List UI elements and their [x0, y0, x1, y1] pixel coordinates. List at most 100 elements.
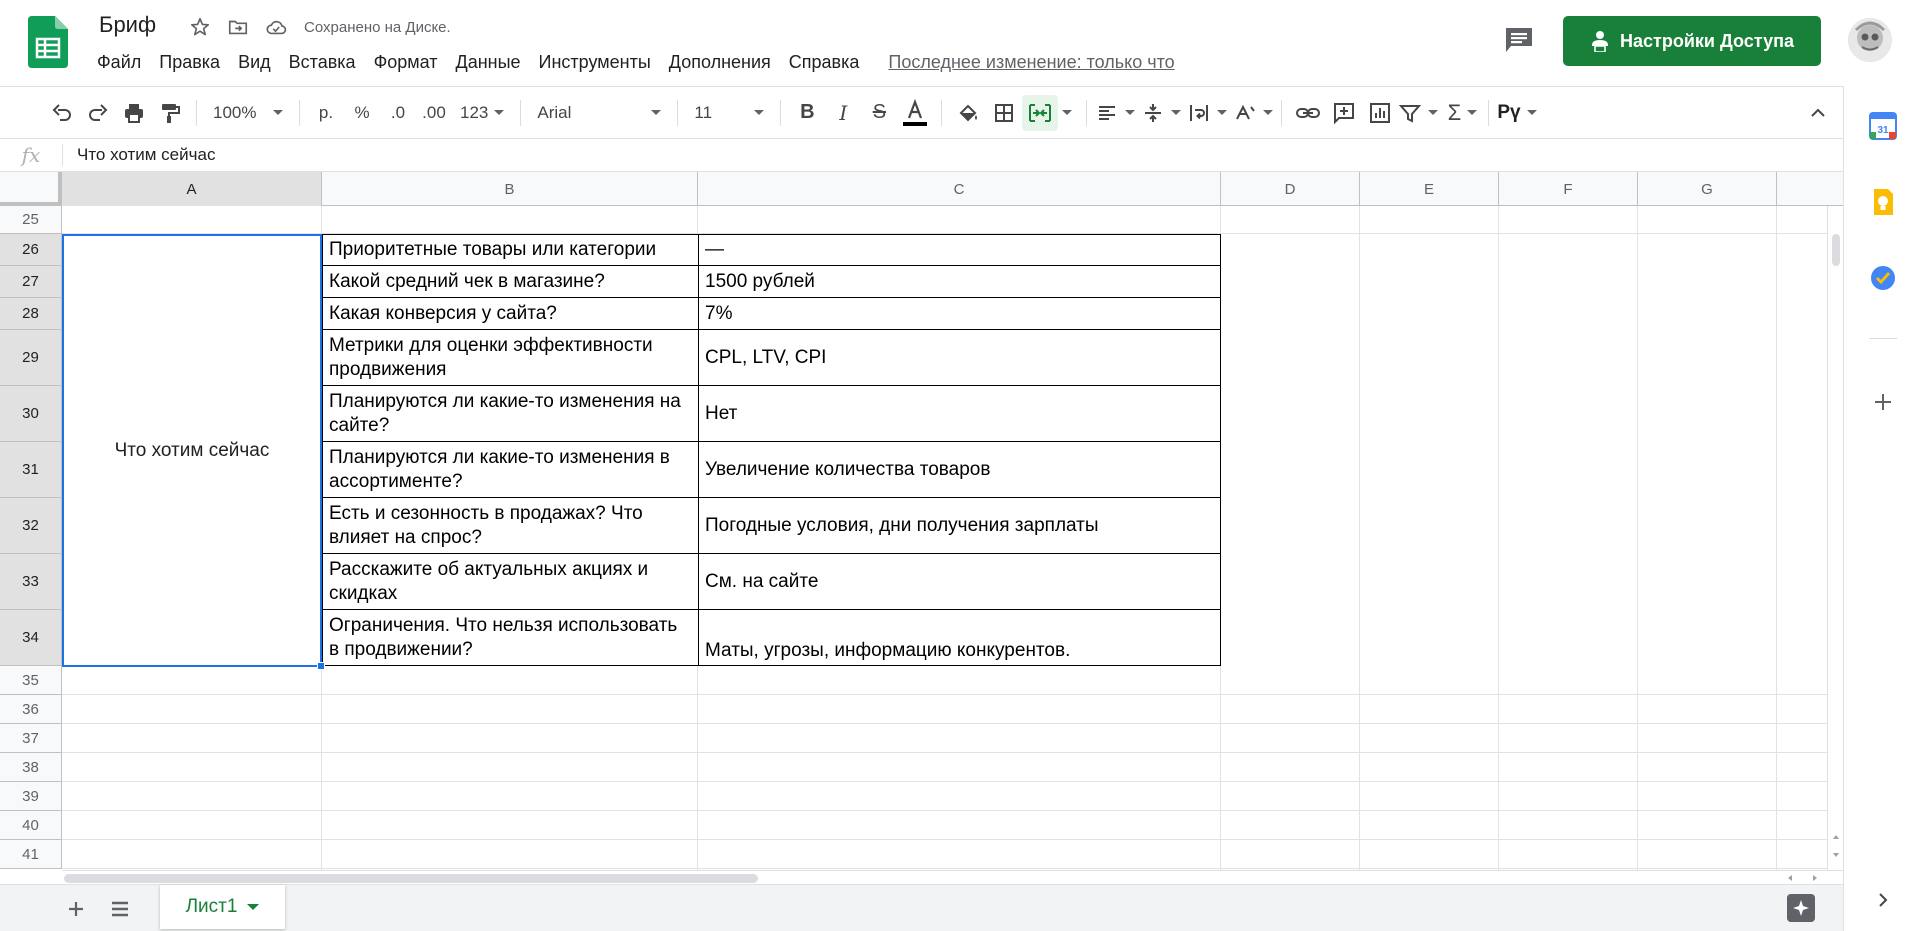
row-header-38[interactable]: 38 — [0, 753, 62, 782]
vertical-scrollbar[interactable] — [1827, 206, 1843, 870]
column-header-a[interactable]: A — [62, 172, 322, 206]
menu-tools[interactable]: Инструменты — [530, 50, 660, 75]
font-family-select[interactable]: Arial — [529, 103, 669, 123]
text-wrapping-icon[interactable] — [1187, 95, 1228, 131]
tasks-icon[interactable] — [1869, 264, 1897, 292]
column-header-g[interactable]: G — [1638, 172, 1777, 206]
last-edit-link[interactable]: Последнее изменение: только что — [888, 52, 1174, 73]
paint-format-icon[interactable] — [152, 95, 188, 131]
cell-b26[interactable]: Приоритетные товары или категории — [322, 235, 698, 266]
move-folder-icon[interactable] — [226, 15, 250, 39]
comments-icon[interactable] — [1504, 26, 1534, 54]
more-formats-select[interactable]: 123 — [452, 103, 512, 123]
cell-c33[interactable]: См. на сайте — [698, 554, 1221, 610]
row-header-39[interactable]: 39 — [0, 782, 62, 811]
menu-view[interactable]: Вид — [229, 50, 280, 75]
horizontal-scrollbar[interactable] — [62, 870, 1843, 884]
share-button[interactable]: Настройки Доступа — [1563, 16, 1821, 66]
row-header-35[interactable]: 35 — [0, 666, 62, 695]
horizontal-align-icon[interactable] — [1095, 95, 1136, 131]
vertical-align-icon[interactable] — [1141, 95, 1182, 131]
row-header-34[interactable]: 34 — [0, 610, 62, 666]
cell-a26-merged[interactable]: Что хотим сейчас — [62, 234, 322, 667]
cell-b33[interactable]: Расскажите об актуальных акциях и скидка… — [322, 554, 698, 610]
column-header-d[interactable]: D — [1221, 172, 1360, 206]
borders-icon[interactable] — [986, 95, 1022, 131]
menu-edit[interactable]: Правка — [150, 50, 229, 75]
calendar-icon[interactable]: 31 — [1869, 112, 1897, 140]
account-avatar[interactable] — [1848, 18, 1892, 62]
row-header-28[interactable]: 28 — [0, 298, 62, 330]
fill-color-icon[interactable] — [950, 95, 986, 131]
document-title[interactable]: Бриф — [99, 12, 156, 38]
redo-icon[interactable] — [80, 95, 116, 131]
scroll-left-icon[interactable] — [1785, 873, 1795, 883]
chevron-down-icon[interactable] — [247, 904, 260, 910]
cell-c30[interactable]: Нет — [698, 386, 1221, 442]
row-header-40[interactable]: 40 — [0, 811, 62, 840]
text-rotation-icon[interactable] — [1233, 95, 1274, 131]
column-header-f[interactable]: F — [1499, 172, 1638, 206]
cell-b32[interactable]: Есть и сезонность в продажах? Что влияет… — [322, 498, 698, 554]
select-all-corner[interactable] — [0, 172, 62, 206]
sheets-logo-icon[interactable] — [28, 16, 68, 68]
row-header-32[interactable]: 32 — [0, 498, 62, 554]
row-header-33[interactable]: 33 — [0, 554, 62, 610]
row-header-29[interactable]: 29 — [0, 330, 62, 386]
cell-c27[interactable]: 1500 рублей — [698, 266, 1221, 298]
cell-b30[interactable]: Планируются ли какие-то изменения на сай… — [322, 386, 698, 442]
filter-icon[interactable] — [1398, 95, 1439, 131]
row-header-27[interactable]: 27 — [0, 266, 62, 298]
row-header-31[interactable]: 31 — [0, 442, 62, 498]
sheet-tab-active[interactable]: Лист1 — [160, 885, 285, 929]
merge-cells-icon[interactable] — [1022, 94, 1059, 131]
cell-c26[interactable]: — — [698, 235, 1221, 266]
cell-b29[interactable]: Метрики для оценки эффективности продвиж… — [322, 330, 698, 386]
insert-chart-icon[interactable] — [1362, 95, 1398, 131]
percent-format-button[interactable]: % — [344, 95, 380, 131]
cloud-saved-icon[interactable] — [264, 15, 288, 39]
menu-file[interactable]: Файл — [88, 50, 150, 75]
all-sheets-icon[interactable] — [106, 895, 134, 923]
menu-data[interactable]: Данные — [447, 50, 530, 75]
row-header-26[interactable]: 26 — [0, 234, 62, 266]
menu-format[interactable]: Формат — [365, 50, 447, 75]
row-header-30[interactable]: 30 — [0, 386, 62, 442]
column-header-b[interactable]: B — [322, 172, 698, 206]
menu-help[interactable]: Справка — [780, 50, 869, 75]
scroll-down-icon[interactable] — [1831, 850, 1841, 860]
row-header-25[interactable]: 25 — [0, 206, 62, 234]
cell-c31[interactable]: Увеличение количества товаров — [698, 442, 1221, 498]
decrease-decimal-button[interactable]: .0 — [380, 95, 416, 131]
italic-icon[interactable]: I — [825, 95, 861, 131]
add-sheet-icon[interactable] — [62, 895, 90, 923]
cell-c32[interactable]: Погодные условия, дни получения зарплаты — [698, 498, 1221, 554]
zoom-select[interactable]: 100% — [205, 103, 291, 123]
fill-handle[interactable] — [317, 662, 325, 670]
insert-link-icon[interactable] — [1290, 95, 1326, 131]
row-header-37[interactable]: 37 — [0, 724, 62, 753]
text-color-icon[interactable] — [897, 95, 933, 131]
cell-c28[interactable]: 7% — [698, 298, 1221, 330]
column-header-e[interactable]: E — [1360, 172, 1499, 206]
merge-options-chevron-icon[interactable] — [1062, 110, 1073, 115]
strikethrough-icon[interactable]: S — [861, 95, 897, 131]
increase-decimal-button[interactable]: .00 — [416, 95, 452, 131]
undo-icon[interactable] — [44, 95, 80, 131]
functions-icon[interactable]: Σ — [1444, 95, 1480, 131]
insert-comment-icon[interactable] — [1326, 95, 1362, 131]
star-icon[interactable] — [188, 15, 212, 39]
horizontal-scroll-thumb[interactable] — [64, 874, 758, 883]
print-icon[interactable] — [116, 95, 152, 131]
cell-b31[interactable]: Планируются ли какие-то изменения в ассо… — [322, 442, 698, 498]
cell-c34[interactable]: Маты, угрозы, информацию конкурентов. — [698, 610, 1221, 666]
input-tools-button[interactable]: Рү — [1497, 95, 1537, 131]
cell-b27[interactable]: Какой средний чек в магазине? — [322, 266, 698, 298]
explore-icon[interactable] — [1787, 894, 1815, 922]
menu-insert[interactable]: Вставка — [280, 50, 365, 75]
keep-icon[interactable] — [1869, 188, 1897, 216]
menu-addons[interactable]: Дополнения — [660, 50, 780, 75]
cell-c29[interactable]: CPL, LTV, CPI — [698, 330, 1221, 386]
row-header-41[interactable]: 41 — [0, 840, 62, 869]
font-size-select[interactable]: 11 — [686, 103, 772, 123]
